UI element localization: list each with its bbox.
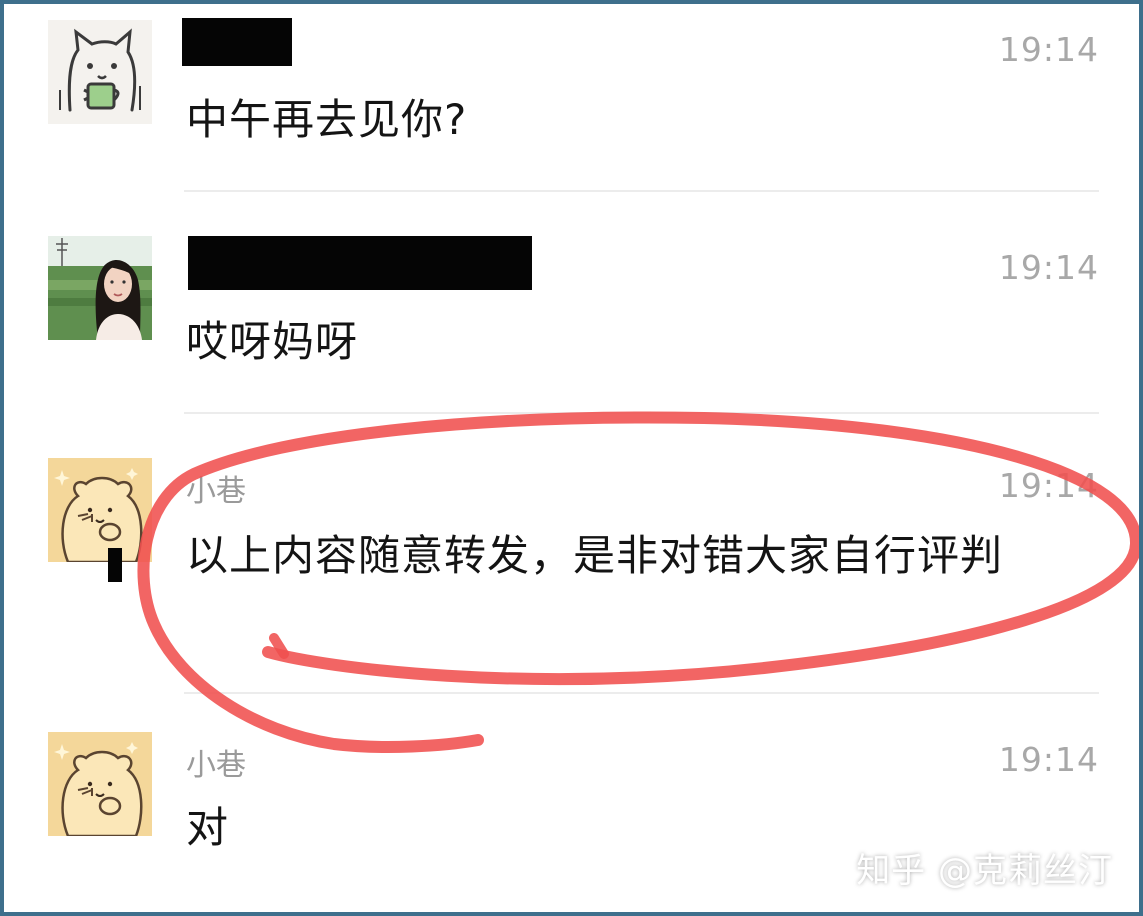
redacted-sender-name <box>188 236 532 290</box>
message-divider <box>184 190 1099 192</box>
message-time: 19:14 <box>998 248 1099 287</box>
watermark: 知乎 @克莉丝汀 <box>856 851 1113 891</box>
redacted-mark <box>108 548 122 582</box>
chat-message[interactable]: 小巷 19:14 以上内容随意转发，是非对错大家自行评判 <box>4 414 1139 694</box>
message-text[interactable]: 以上内容随意转发，是非对错大家自行评判 <box>186 526 1076 586</box>
cat-cup-avatar-icon[interactable] <box>48 20 152 124</box>
dog-cartoon-avatar-icon[interactable] <box>48 458 152 562</box>
woman-photo-avatar-icon[interactable] <box>48 236 152 340</box>
sender-name: 小巷 <box>186 474 246 509</box>
chat-screenshot: 19:14 中午再去见你? 19:14 哎呀妈呀 小巷 19:14 以上内容随意… <box>0 0 1143 916</box>
chat-message[interactable]: 19:14 哎呀妈呀 <box>4 194 1139 414</box>
message-text[interactable]: 哎呀妈呀 <box>186 312 1006 372</box>
chat-message[interactable]: 19:14 中午再去见你? <box>4 4 1139 194</box>
message-text[interactable]: 中午再去见你? <box>186 90 1006 150</box>
message-time: 19:14 <box>998 466 1099 505</box>
message-time: 19:14 <box>998 740 1099 779</box>
sender-name: 小巷 <box>186 748 246 783</box>
message-time: 19:14 <box>998 30 1099 69</box>
redacted-sender-name <box>182 18 292 66</box>
dog-cartoon-avatar-icon[interactable] <box>48 732 152 836</box>
